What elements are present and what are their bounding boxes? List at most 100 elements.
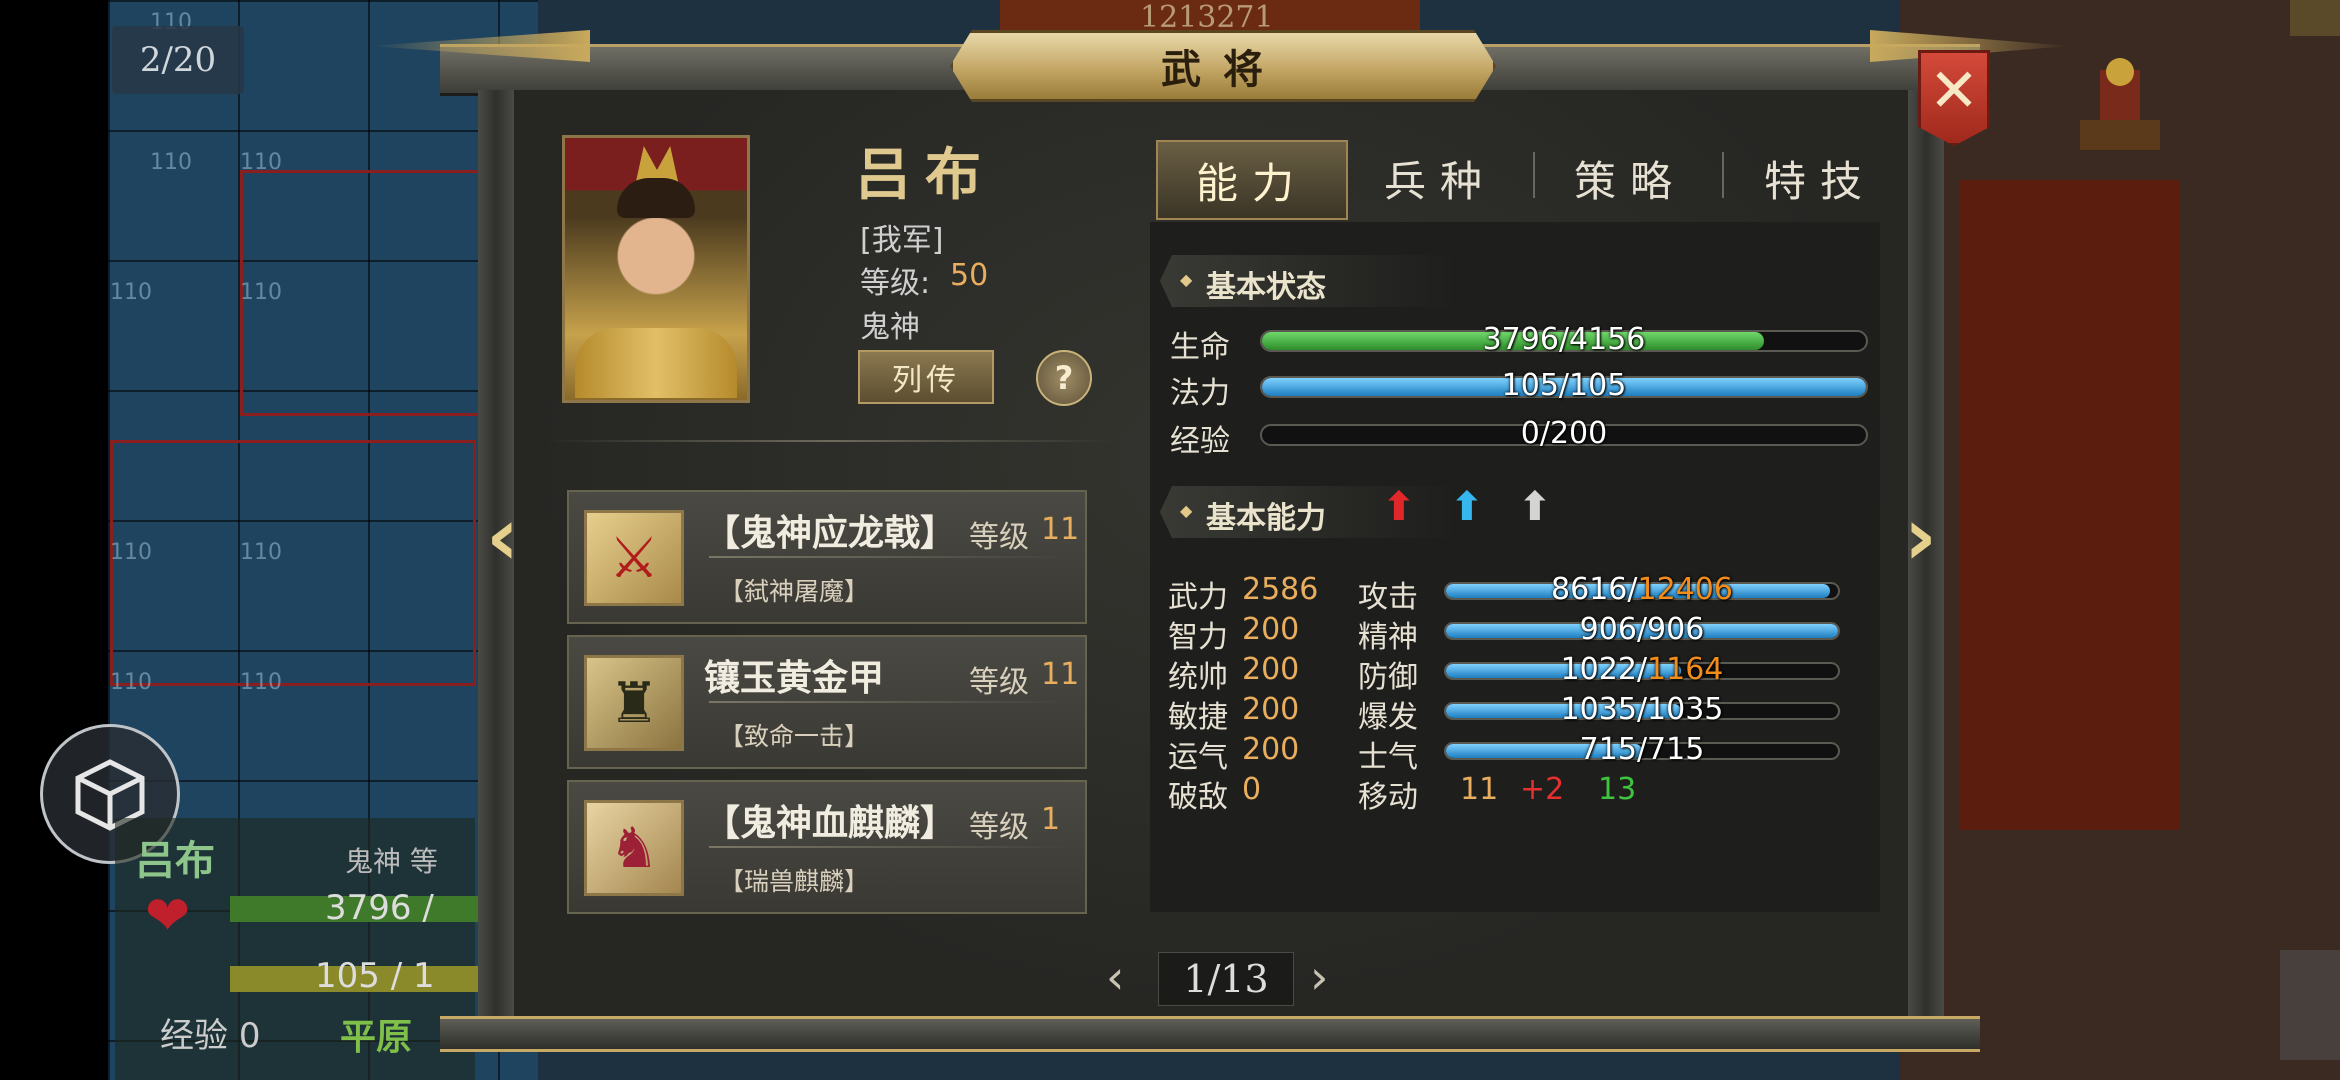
pager-next-button[interactable]: › — [1310, 950, 1328, 1004]
red-up-arrow-icon[interactable]: ⬆ — [1382, 484, 1416, 530]
move-bonus: +2 — [1520, 772, 1565, 807]
next-general-arrow-icon[interactable]: › — [1904, 490, 1937, 583]
screen-left-margin — [0, 0, 108, 1080]
tab-troop-type[interactable]: 兵种 — [1350, 140, 1530, 216]
stat-value: 715/715 — [1444, 732, 1840, 767]
general-faction: [我军] — [860, 223, 944, 258]
equipment-slot-weapon[interactable]: ⚔ 【鬼神应龙戟】 等级 11 【弑神屠魔】 — [567, 490, 1087, 624]
unit-mp-text: 105 / 1 — [315, 956, 435, 996]
unit-exp: 经验 0 — [160, 1008, 260, 1057]
pager-prev-button[interactable]: ‹ — [1106, 950, 1124, 1004]
general-level-value: 50 — [950, 258, 989, 293]
attr-label: 智力 — [1168, 620, 1228, 655]
tab-separator — [1722, 152, 1724, 198]
move-range-tile[interactable] — [110, 440, 476, 686]
unit-name: 吕布 — [135, 838, 215, 884]
unit-exp-value: 0 — [238, 1016, 261, 1056]
stat-value: 8616/12406 — [1444, 572, 1840, 607]
pager-indicator: 1/13 — [1158, 952, 1294, 1006]
equipment-name: 【鬼神血麒麟】 — [704, 803, 957, 844]
equipment-skill: 【弑神屠魔】 — [719, 577, 870, 606]
stat-base: 8616 — [1551, 572, 1628, 607]
portrait-hair — [617, 178, 695, 218]
stat-value: 1035/1035 — [1444, 692, 1840, 727]
equipment-level-label: 等级 — [969, 810, 1029, 845]
stat-base: 1035 — [1560, 692, 1637, 727]
tile-label: 110 — [110, 540, 152, 565]
biography-button[interactable]: 列传 — [858, 350, 994, 404]
qilin-mount-icon: ♞ — [584, 800, 684, 896]
close-button[interactable]: ✕ — [1918, 50, 1990, 146]
dialog-title: 武将 — [1161, 46, 1285, 93]
move-total: 13 — [1598, 772, 1637, 807]
prev-general-arrow-icon[interactable]: ‹ — [486, 490, 519, 583]
gray-up-arrow-icon[interactable]: ⬆ — [1518, 484, 1552, 530]
unit-class-level: 鬼神 等 — [345, 845, 438, 878]
stat-label: 爆发 — [1358, 700, 1418, 735]
stat-total: 12406 — [1637, 572, 1733, 607]
tab-separator — [1533, 152, 1535, 198]
equipment-skill: 【致命一击】 — [719, 722, 870, 751]
general-portrait — [562, 135, 750, 403]
top-right-button[interactable] — [2290, 0, 2340, 36]
equipment-name: 【鬼神应龙戟】 — [704, 513, 957, 554]
attr-value: 0 — [1242, 772, 1262, 807]
equipment-level-label: 等级 — [969, 665, 1029, 700]
equipment-divider — [709, 556, 1069, 558]
stat-total: 1035 — [1647, 692, 1724, 727]
move-label: 移动 — [1358, 780, 1418, 815]
halberd-icon: ⚔ — [584, 510, 684, 606]
mp-label: 法力 — [1170, 376, 1230, 411]
equipment-divider — [709, 701, 1069, 703]
stat-separator: / — [1636, 732, 1648, 767]
attr-label: 统帅 — [1168, 660, 1228, 695]
unit-info-panel: 吕布 鬼神 等 ❤ 3796 / 105 / 1 经验 0 平原 — [115, 818, 480, 1080]
general-level-label: 等级: — [860, 266, 931, 301]
blue-up-arrow-icon[interactable]: ⬆ — [1450, 484, 1484, 530]
stat-label: 精神 — [1358, 620, 1418, 655]
equipment-level: 1 — [1041, 802, 1061, 837]
map-lava-area — [1960, 180, 2180, 830]
diamond-icon: ◆ — [1180, 501, 1193, 520]
attr-label: 破敌 — [1168, 780, 1228, 815]
unit-terrain: 平原 — [340, 1017, 413, 1058]
stat-separator: / — [1636, 692, 1648, 727]
attr-value: 200 — [1242, 692, 1300, 727]
enemy-unit-sprite[interactable] — [2060, 50, 2180, 160]
turn-counter: 2/20 — [112, 26, 244, 94]
attr-label: 敏捷 — [1168, 700, 1228, 735]
stat-separator: / — [1636, 652, 1648, 687]
tab-special-skill[interactable]: 特技 — [1730, 140, 1910, 216]
stat-base: 715 — [1579, 732, 1637, 767]
stat-label: 攻击 — [1358, 580, 1418, 615]
armor-icon: ♜ — [584, 655, 684, 751]
exp-value: 0/200 — [1520, 416, 1608, 451]
equipment-slot-mount[interactable]: ♞ 【鬼神血麒麟】 等级 1 【瑞兽麒麟】 — [567, 780, 1087, 914]
move-base: 11 — [1460, 772, 1499, 807]
attr-value: 200 — [1242, 652, 1300, 687]
attr-value: 200 — [1242, 612, 1300, 647]
close-x-icon: ✕ — [1928, 56, 1980, 126]
tile-label: 110 — [110, 280, 152, 305]
attr-value: 2586 — [1242, 572, 1319, 607]
basic-ability-title: 基本能力 — [1206, 501, 1326, 536]
tab-strategy[interactable]: 策略 — [1540, 140, 1720, 216]
equipment-level: 11 — [1041, 512, 1080, 547]
side-menu-button[interactable] — [2280, 950, 2340, 1060]
portrait-armor — [575, 328, 737, 398]
tile-label: 110 — [110, 670, 152, 695]
equipment-slot-armor[interactable]: ♜ 镶玉黄金甲 等级 11 【致命一击】 — [567, 635, 1087, 769]
stat-total: 715 — [1647, 732, 1705, 767]
dialog-frame-bottom — [440, 1016, 1980, 1052]
tab-ability[interactable]: 能力 — [1156, 140, 1348, 220]
exp-label: 经验 — [1170, 424, 1230, 459]
mp-value: 105/105 — [1501, 368, 1627, 403]
tile-label: 110 — [240, 150, 282, 175]
stat-separator: / — [1627, 572, 1638, 607]
stat-label: 士气 — [1358, 740, 1418, 775]
stat-value: 1022/1164 — [1444, 652, 1840, 687]
equipment-level-label: 等级 — [969, 520, 1029, 555]
stat-base: 1022 — [1560, 652, 1637, 687]
help-button[interactable]: ? — [1036, 350, 1092, 406]
tile-label: 110 — [240, 670, 282, 695]
